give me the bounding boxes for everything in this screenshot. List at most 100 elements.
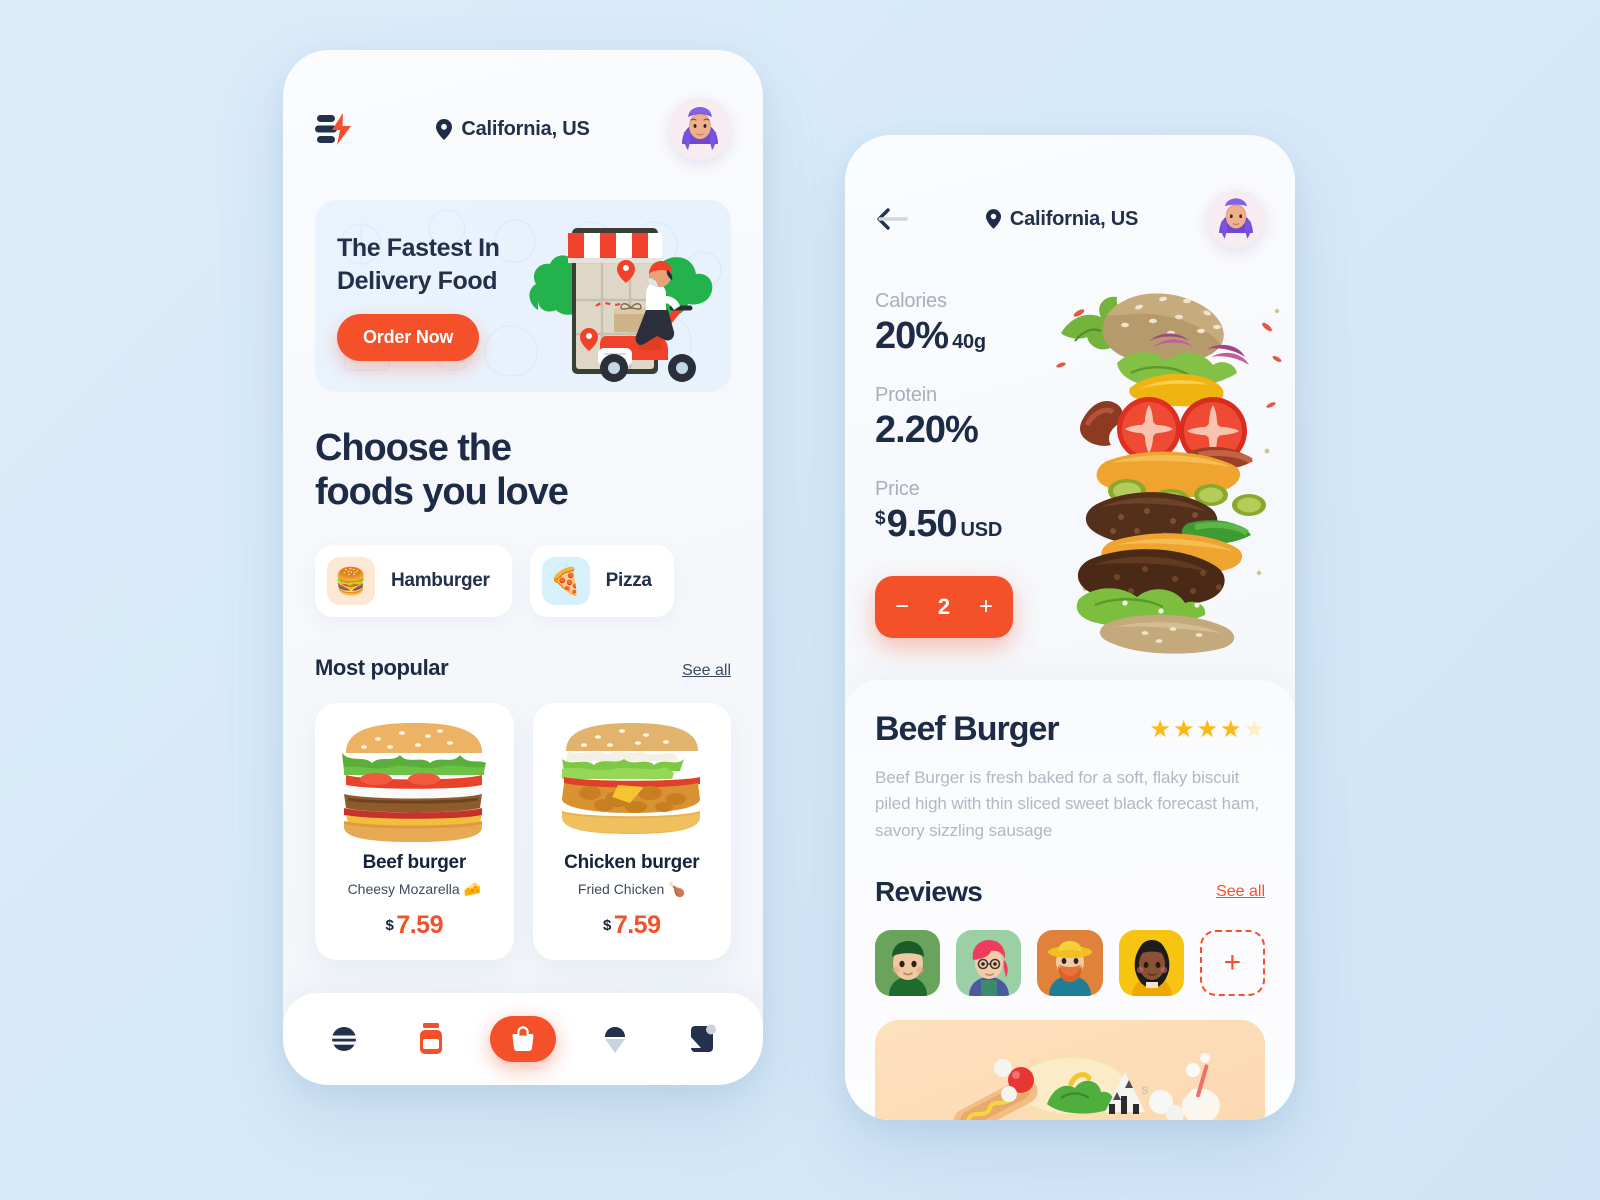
category-label: Hamburger xyxy=(391,569,490,591)
detail-content-sheet: Beef Burger ★ ★ ★ ★ ★ Beef Burger is fre… xyxy=(845,680,1295,1120)
product-title-row: Beef Burger ★ ★ ★ ★ ★ xyxy=(875,710,1265,749)
reviewer-avatar-2[interactable] xyxy=(956,930,1022,997)
user-avatar-icon xyxy=(1207,190,1265,248)
burger-menu-icon xyxy=(330,1027,359,1051)
bookmark-badge-icon xyxy=(690,1024,716,1052)
price-value: 7.59 xyxy=(613,910,661,939)
product-desc: Fried Chicken 🍗 xyxy=(577,880,686,897)
nutrition-value: 2.20% xyxy=(875,409,1265,452)
star-icon-2: ★ xyxy=(1172,715,1195,743)
svg-text:s: s xyxy=(1141,1081,1149,1097)
price-value: 7.59 xyxy=(396,910,443,939)
decrement-button[interactable]: − xyxy=(895,595,909,619)
nutrition-label: Calories xyxy=(875,290,947,312)
product-title: Beef Burger xyxy=(875,710,1060,748)
protein-percent: 2.20% xyxy=(875,409,979,451)
currency-symbol: $ xyxy=(385,916,394,934)
nutrition-price: Price $9.50 USD xyxy=(875,478,1265,546)
promo-food-illustration: s xyxy=(953,1053,1220,1120)
app-logo[interactable] xyxy=(315,112,357,146)
reviews-see-all-link[interactable]: See all xyxy=(1216,883,1265,901)
detail-header: California, US xyxy=(875,190,1265,248)
add-review-button[interactable]: + xyxy=(1199,930,1265,997)
tab-bag[interactable] xyxy=(489,1016,556,1062)
tab-drinks[interactable] xyxy=(403,1015,459,1063)
beef-burger-image xyxy=(342,722,487,842)
product-price: $7.59 xyxy=(543,911,722,940)
reviewer-3-icon xyxy=(1037,930,1103,997)
location-selector[interactable]: California, US xyxy=(436,117,590,141)
chicken-burger-photo xyxy=(543,717,722,842)
avatar[interactable] xyxy=(1207,190,1265,248)
location-label: California, US xyxy=(461,117,590,140)
nutrition-calories: Calories 20% 40g xyxy=(875,290,1265,358)
reviewer-4-icon xyxy=(1118,930,1184,997)
currency-symbol: $ xyxy=(875,508,886,529)
beef-burger-photo xyxy=(325,717,504,842)
page-title: Choose the foods you love xyxy=(315,427,569,514)
pizza-icon: 🍕 xyxy=(541,556,590,605)
reviewer-1-icon xyxy=(875,930,941,997)
currency-symbol: $ xyxy=(602,916,611,934)
food-promo-banner[interactable]: s xyxy=(875,1020,1265,1120)
ice-cream-icon xyxy=(604,1027,625,1053)
home-header: California, US xyxy=(283,50,763,160)
increment-button[interactable]: + xyxy=(979,595,993,619)
nutrition-label: Protein xyxy=(875,384,937,406)
quantity-value: 2 xyxy=(937,594,951,619)
section-title: Most popular xyxy=(315,654,449,680)
nutrition-protein: Protein 2.20% xyxy=(875,384,1265,452)
currency-code: USD xyxy=(960,519,1003,541)
back-button[interactable] xyxy=(875,202,917,236)
banner-text-block: The Fastest In Delivery Food Order Now xyxy=(315,232,500,361)
nutrition-info: Calories 20% 40g Protein 2.20% Price $9.5… xyxy=(875,290,1265,546)
star-icon-3: ★ xyxy=(1196,715,1218,743)
category-list: 🍔 Hamburger 🍕 Pizza xyxy=(315,544,731,617)
tab-desserts[interactable] xyxy=(587,1015,643,1063)
product-desc: Cheesy Mozarella 🧀 xyxy=(347,880,481,897)
reviewer-avatar-1[interactable] xyxy=(875,930,941,997)
calories-percent: 20% xyxy=(875,315,949,357)
scooter-delivery-illustration xyxy=(529,228,713,382)
home-screen-phone: California, US The Fastest In Delivery F… xyxy=(283,50,763,1085)
category-label: Pizza xyxy=(605,569,652,591)
location-selector[interactable]: California, US xyxy=(985,207,1139,231)
star-icon-1: ★ xyxy=(1149,715,1171,743)
price-value: 9.50 xyxy=(886,503,958,545)
calories-grams: 40g xyxy=(952,331,986,353)
rating-stars[interactable]: ★ ★ ★ ★ ★ xyxy=(1149,715,1265,743)
product-list: Beef burger Cheesy Mozarella 🧀 $7.59 Chi… xyxy=(315,702,731,960)
shopping-bag-icon xyxy=(512,1026,534,1051)
tab-profile[interactable] xyxy=(674,1015,730,1063)
category-hamburger[interactable]: 🍔 Hamburger xyxy=(315,544,512,617)
detail-top-section: California, US Calories 20% 40g Protein … xyxy=(845,135,1295,680)
avatar[interactable] xyxy=(669,98,731,160)
product-card-chicken-burger[interactable]: Chicken burger Fried Chicken 🍗 $7.59 xyxy=(532,702,731,960)
banner-title: The Fastest In Delivery Food xyxy=(337,233,500,295)
category-pizza[interactable]: 🍕 Pizza xyxy=(529,544,674,617)
tab-menu[interactable] xyxy=(316,1015,372,1063)
back-arrow-icon xyxy=(877,208,908,230)
hamburger-icon: 🍔 xyxy=(327,556,375,605)
reviews-title: Reviews xyxy=(875,876,983,908)
product-price: $7.59 xyxy=(325,911,504,940)
reviewer-avatar-4[interactable] xyxy=(1118,930,1184,997)
map-pin-icon xyxy=(436,118,453,140)
user-avatar-icon xyxy=(669,98,731,160)
reviewer-avatar-3[interactable] xyxy=(1037,930,1103,997)
reviewer-avatar-list: + xyxy=(875,930,1265,997)
reviewer-2-icon xyxy=(956,930,1022,997)
bottom-tab-bar xyxy=(283,993,763,1085)
product-card-beef-burger[interactable]: Beef burger Cheesy Mozarella 🧀 $7.59 xyxy=(315,702,514,960)
order-now-button[interactable]: Order Now xyxy=(337,313,480,361)
product-name: Chicken burger xyxy=(564,851,700,873)
see-all-link[interactable]: See all xyxy=(682,662,731,680)
product-name: Beef burger xyxy=(362,851,467,873)
star-icon-4: ★ xyxy=(1219,715,1242,743)
star-icon-5: ★ xyxy=(1243,715,1265,743)
quantity-stepper[interactable]: − 2 + xyxy=(875,576,1013,638)
detail-screen-phone: California, US Calories 20% 40g Protein … xyxy=(845,135,1295,1120)
chicken-burger-image xyxy=(561,722,700,834)
location-label: California, US xyxy=(1009,207,1139,230)
product-description: Beef Burger is fresh baked for a soft, f… xyxy=(875,768,1260,840)
